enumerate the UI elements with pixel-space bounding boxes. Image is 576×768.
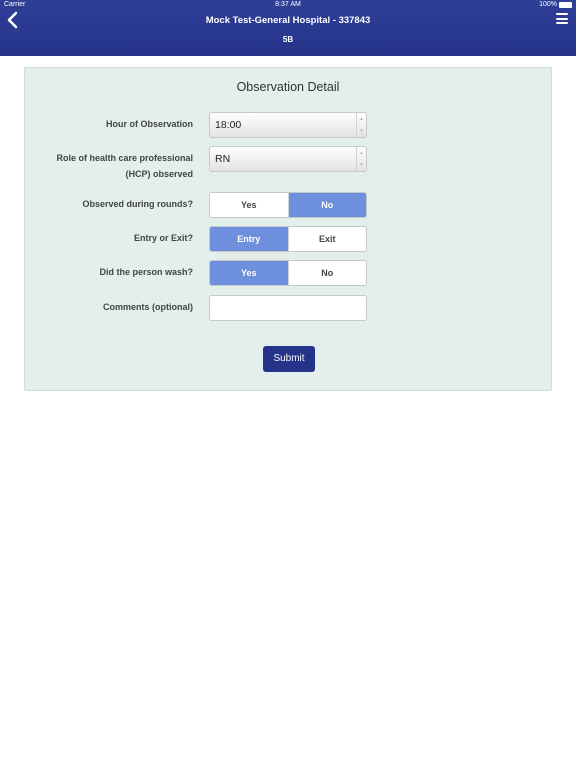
hour-select[interactable]: 18:00 ▴ ▾	[209, 112, 367, 138]
app-header: Carrier 8:37 AM 100% Mock Test-General H…	[0, 0, 576, 56]
submit-button[interactable]: Submit	[263, 346, 315, 372]
entry-exit-toggle: Entry Exit	[209, 226, 367, 252]
rounds-yes-button[interactable]: Yes	[210, 193, 288, 217]
hamburger-menu-icon	[556, 13, 568, 15]
comments-label: Comments (optional)	[103, 302, 193, 312]
wash-toggle: Yes No	[209, 260, 367, 286]
hour-label: Hour of Observation	[105, 119, 193, 129]
role-value: RN	[215, 153, 231, 165]
rounds-label: Observed during rounds?	[82, 199, 193, 209]
wash-label: Did the person wash?	[99, 267, 193, 277]
page-title: Mock Test-General Hospital - 337843	[205, 15, 371, 26]
panel-title: Observation Detail	[236, 80, 340, 94]
role-select[interactable]: RN ▴ ▾	[209, 146, 367, 172]
status-time: 8:37 AM	[275, 1, 301, 8]
chevron-down-icon: ▴ ▾	[356, 113, 366, 137]
wash-yes-button[interactable]: Yes	[210, 261, 288, 285]
battery-percent: 100%	[539, 1, 557, 8]
chevron-down-icon: ▴ ▾	[356, 147, 366, 171]
role-label: Role of health care professional (HCP) o…	[56, 153, 193, 179]
wash-no-button[interactable]: No	[287, 261, 366, 285]
entry-exit-label: Entry or Exit?	[133, 233, 193, 243]
page-subtitle: 5B	[282, 35, 294, 44]
battery-status: 100%	[539, 1, 572, 8]
comments-input[interactable]	[209, 295, 367, 321]
status-bar: Carrier 8:37 AM 100%	[0, 0, 576, 10]
exit-button[interactable]: Exit	[287, 227, 366, 251]
battery-icon	[559, 1, 572, 8]
entry-button[interactable]: Entry	[210, 227, 288, 251]
rounds-no-button[interactable]: No	[287, 193, 366, 217]
menu-button[interactable]	[556, 13, 568, 25]
rounds-toggle: Yes No	[209, 192, 367, 218]
hour-value: 18:00	[215, 119, 242, 131]
observation-detail-panel: Observation Detail Hour of Observation 1…	[24, 67, 552, 391]
